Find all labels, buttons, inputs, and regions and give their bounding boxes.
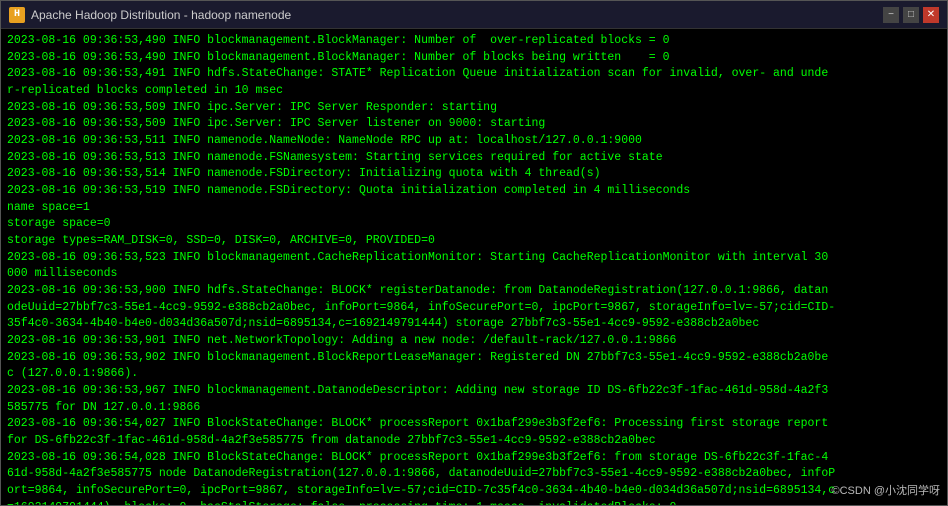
log-line: 35f4c0-3634-4b40-b4e0-d034d36a507d;nsid=… [7,316,941,333]
log-line: r-replicated blocks completed in 10 msec [7,83,941,100]
log-line: odeUuid=27bbf7c3-55e1-4cc9-9592-e388cb2a… [7,300,941,317]
log-line: 61d-958d-4a2f3e585775 node DatanodeRegis… [7,466,941,483]
main-window: H Apache Hadoop Distribution - hadoop na… [0,0,948,506]
log-line: 2023-08-16 09:36:53,509 INFO ipc.Server:… [7,116,941,133]
log-line: 2023-08-16 09:36:53,511 INFO namenode.Na… [7,133,941,150]
log-line: 2023-08-16 09:36:53,490 INFO blockmanage… [7,33,941,50]
log-line: 2023-08-16 09:36:53,902 INFO blockmanage… [7,350,941,367]
log-line: 2023-08-16 09:36:53,513 INFO namenode.FS… [7,150,941,167]
log-line: 2023-08-16 09:36:53,514 INFO namenode.FS… [7,166,941,183]
window-controls: − □ ✕ [883,7,939,23]
log-line: storage space=0 [7,216,941,233]
log-line: 2023-08-16 09:36:54,028 INFO BlockStateC… [7,450,941,467]
log-line: storage types=RAM_DISK=0, SSD=0, DISK=0,… [7,233,941,250]
log-line: 585775 for DN 127.0.0.1:9866 [7,400,941,417]
log-line: 2023-08-16 09:36:53,900 INFO hdfs.StateC… [7,283,941,300]
log-line: 2023-08-16 09:36:53,509 INFO ipc.Server:… [7,100,941,117]
log-line: 2023-08-16 09:36:53,490 INFO blockmanage… [7,50,941,67]
watermark: ©CSDN @小沈同学呀 [832,482,941,498]
log-line: 2023-08-16 09:36:53,967 INFO blockmanage… [7,383,941,400]
log-line: 2023-08-16 09:36:54,027 INFO BlockStateC… [7,416,941,433]
log-line: ort=9864, infoSecurePort=0, ipcPort=9867… [7,483,941,500]
app-icon: H [9,7,25,23]
maximize-button[interactable]: □ [903,7,919,23]
log-line: name space=1 [7,200,941,217]
log-line: 2023-08-16 09:36:53,519 INFO namenode.FS… [7,183,941,200]
title-bar: H Apache Hadoop Distribution - hadoop na… [1,1,947,29]
log-line: 2023-08-16 09:36:53,901 INFO net.Network… [7,333,941,350]
log-line: for DS-6fb22c3f-1fac-461d-958d-4a2f3e585… [7,433,941,450]
log-line: 2023-08-16 09:36:53,523 INFO blockmanage… [7,250,941,267]
log-line: 2023-08-16 09:36:53,491 INFO hdfs.StateC… [7,66,941,83]
minimize-button[interactable]: − [883,7,899,23]
log-line: 000 milliseconds [7,266,941,283]
terminal-output: 2023-08-16 09:36:53,490 INFO blockmanage… [1,29,947,505]
log-line: c (127.0.0.1:9866). [7,366,941,383]
log-line: =1692149791444), blocks: 0, hasStalStora… [7,500,941,505]
close-button[interactable]: ✕ [923,7,939,23]
window-title: Apache Hadoop Distribution - hadoop name… [31,8,877,22]
